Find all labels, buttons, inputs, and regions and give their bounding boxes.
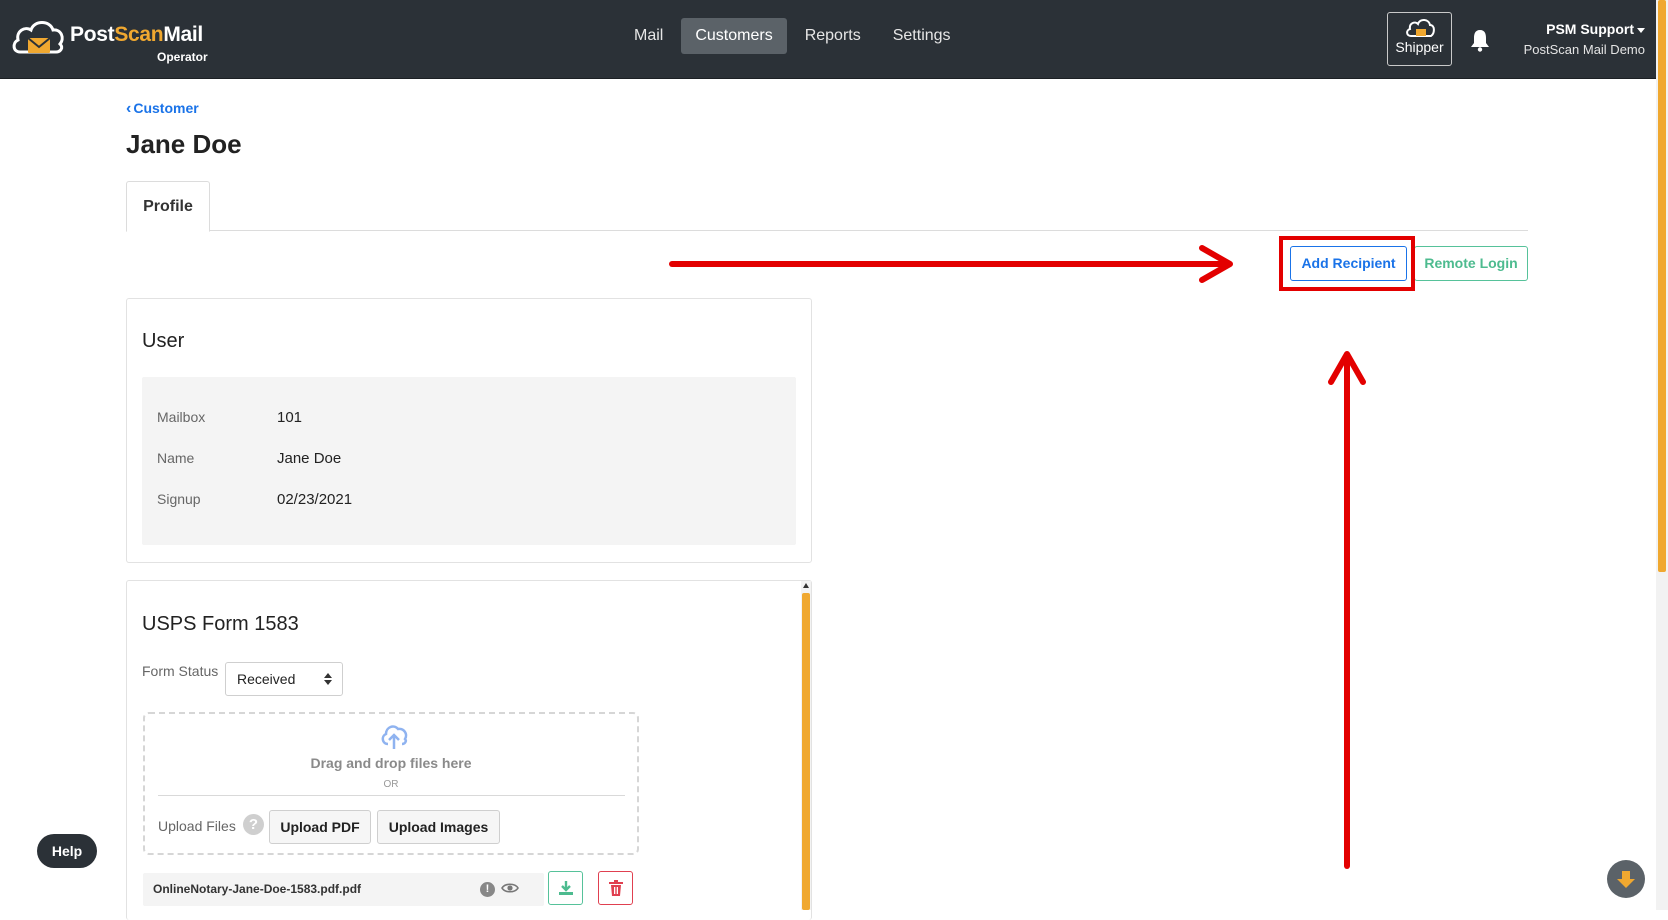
info-value: Jane Doe xyxy=(277,450,342,467)
bell-icon[interactable] xyxy=(1470,28,1490,57)
logo-post: Post xyxy=(70,23,115,46)
user-info-box: Mailbox 101 Name Jane Doe Signup 02/23/2021 xyxy=(142,377,796,545)
user-card-title: User xyxy=(142,330,185,352)
file-name: OnlineNotary-Jane-Doe-1583.pdf.pdf xyxy=(153,882,362,896)
info-row-signup: Signup 02/23/2021 xyxy=(157,491,352,508)
dropzone-divider xyxy=(158,795,625,796)
user-name-text: PSM Support xyxy=(1546,21,1634,37)
logo-wordmark: PostScanMail xyxy=(70,23,203,47)
info-row-name: Name Jane Doe xyxy=(157,450,341,467)
nav-item-reports[interactable]: Reports xyxy=(791,18,875,54)
scroll-up-arrow-icon[interactable] xyxy=(803,583,809,588)
scroll-down-button[interactable] xyxy=(1607,860,1645,898)
info-value: 02/23/2021 xyxy=(277,491,353,508)
page-title: Jane Doe xyxy=(126,129,242,159)
tab-profile[interactable]: Profile xyxy=(126,181,210,232)
annotation-arrow-up xyxy=(1328,351,1366,869)
sort-arrows-icon xyxy=(324,673,332,685)
info-key: Name xyxy=(157,450,195,466)
logo-mail: Mail xyxy=(163,23,203,46)
shipper-label: Shipper xyxy=(1395,39,1444,55)
nav-item-customers[interactable]: Customers xyxy=(681,18,787,54)
main-nav: Mail Customers Reports Settings xyxy=(620,18,965,54)
shipper-button[interactable]: Shipper xyxy=(1387,12,1452,66)
usps-form-title: USPS Form 1583 xyxy=(142,613,299,635)
arrow-down-icon xyxy=(1617,871,1635,888)
cloud-mail-icon xyxy=(1405,19,1435,37)
postscanmail-logo[interactable]: PostScanMail Operator xyxy=(10,14,235,66)
cloud-upload-icon xyxy=(381,725,408,749)
form-status-select[interactable]: Received xyxy=(225,662,343,696)
form-card-scrollbar-thumb[interactable] xyxy=(802,593,810,910)
eye-icon[interactable] xyxy=(501,881,519,895)
info-key: Mailbox xyxy=(157,409,206,425)
delete-file-button[interactable] xyxy=(598,871,633,905)
back-link-label: Customer xyxy=(133,100,199,116)
user-organization: PostScan Mail Demo xyxy=(1523,42,1645,57)
exclamation-circle-icon[interactable]: ! xyxy=(480,882,495,897)
annotation-arrow-right xyxy=(669,245,1233,283)
back-to-customer-link[interactable]: ‹ Customer xyxy=(126,100,199,118)
user-name: PSM Support xyxy=(1505,21,1645,37)
form-status-value: Received xyxy=(237,671,296,687)
upload-files-label: Upload Files xyxy=(158,818,236,834)
dropzone-or: OR xyxy=(383,779,399,790)
download-icon xyxy=(558,881,573,895)
page-scrollbar[interactable] xyxy=(1656,0,1668,910)
info-key: Signup xyxy=(157,491,201,507)
cloud-mail-icon xyxy=(12,21,64,54)
dropzone-text: Drag and drop files here xyxy=(310,755,472,771)
form-status-label: Form Status xyxy=(142,663,219,679)
logo-subtitle: Operator xyxy=(157,50,208,64)
question-circle-icon[interactable]: ? xyxy=(243,814,264,835)
caret-down-icon xyxy=(1637,27,1645,33)
file-dropzone[interactable]: Drag and drop files here OR Upload Files… xyxy=(143,712,639,855)
usps-form-card: USPS Form 1583 Form Status Received Drag… xyxy=(126,580,812,920)
info-value: 101 xyxy=(277,409,303,426)
chevron-left-icon: ‹ xyxy=(126,100,132,117)
top-navbar: PostScanMail Operator Mail Customers Rep… xyxy=(0,0,1668,79)
user-menu[interactable]: PSM Support PostScan Mail Demo xyxy=(1505,21,1645,57)
help-button[interactable]: Help xyxy=(37,834,97,868)
upload-pdf-button[interactable]: Upload PDF xyxy=(269,810,371,844)
info-row-mailbox: Mailbox 101 xyxy=(157,409,302,426)
upload-images-button[interactable]: Upload Images xyxy=(377,810,500,844)
page-scrollbar-thumb[interactable] xyxy=(1658,0,1666,572)
logo-scan: Scan xyxy=(114,23,164,46)
user-card: User Mailbox 101 Name Jane Doe Signup 02/23… xyxy=(126,298,812,563)
nav-item-settings[interactable]: Settings xyxy=(879,18,965,54)
form-card-scrollbar[interactable] xyxy=(801,581,811,910)
remote-login-button[interactable]: Remote Login xyxy=(1414,246,1528,281)
uploaded-file-row: OnlineNotary-Jane-Doe-1583.pdf.pdf ! xyxy=(143,873,544,906)
download-file-button[interactable] xyxy=(548,871,583,905)
profile-tabs: Profile xyxy=(126,181,1528,232)
trash-icon xyxy=(608,880,623,896)
nav-item-mail[interactable]: Mail xyxy=(620,18,677,54)
annotation-highlight-box xyxy=(1279,236,1415,291)
